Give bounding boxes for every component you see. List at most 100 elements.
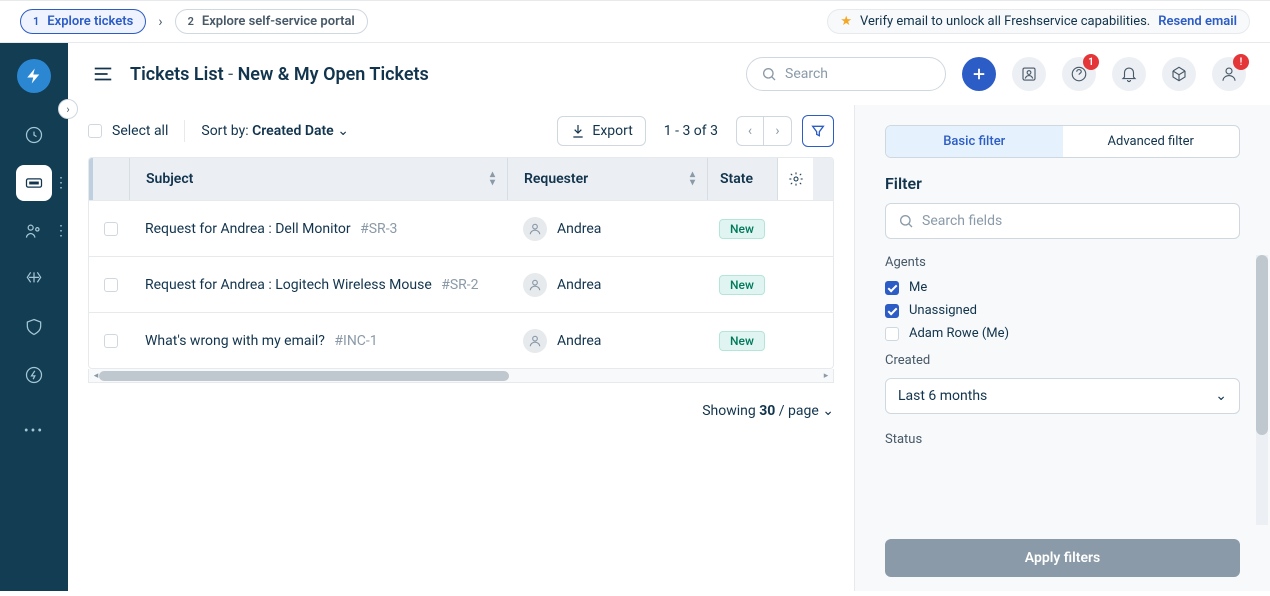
vertical-scrollbar-thumb[interactable] <box>1256 255 1268 435</box>
sidebar-item-automation[interactable] <box>16 357 52 393</box>
star-icon: ★ <box>840 14 852 29</box>
logo-icon[interactable] <box>17 59 51 93</box>
avatar-button[interactable]: ! <box>1212 57 1246 91</box>
requester-name: Andrea <box>557 277 601 293</box>
tickets-table: Subject ▴▾ Requester ▴▾ State <box>88 157 834 369</box>
chevron-down-icon: ⌄ <box>1215 388 1227 404</box>
filter-heading: Filter <box>855 174 1270 203</box>
export-button[interactable]: Export <box>557 116 645 146</box>
agent-checkbox[interactable] <box>885 327 899 341</box>
row-checkbox[interactable] <box>104 222 118 236</box>
agent-filter-row[interactable]: Me <box>885 280 1240 295</box>
sidebar: › ⋮ ⋮ ••• <box>0 43 68 591</box>
sort-icon[interactable]: ▴▾ <box>490 171 495 187</box>
created-select[interactable]: Last 6 months ⌄ <box>885 378 1240 414</box>
next-page-button[interactable]: › <box>764 116 792 146</box>
table-row[interactable]: Request for Andrea : Logitech Wireless M… <box>89 256 833 312</box>
ticket-subject[interactable]: What's wrong with my email? <box>145 333 325 349</box>
bell-icon[interactable] <box>1112 57 1146 91</box>
tab-advanced-filter[interactable]: Advanced filter <box>1063 126 1240 157</box>
avatar-badge: ! <box>1233 54 1249 70</box>
page-info: 1 - 3 of 3 <box>656 123 726 139</box>
status-label: Status <box>885 432 1240 447</box>
search-input[interactable]: Search <box>746 57 946 91</box>
requester-name: Andrea <box>557 333 601 349</box>
tour-step-1[interactable]: 1 Explore tickets <box>20 9 146 34</box>
agent-checkbox[interactable] <box>885 281 899 295</box>
ticket-id: #SR-2 <box>438 277 479 293</box>
select-all-checkbox[interactable] <box>88 124 102 138</box>
header: Tickets List - New & My Open Tickets Sea… <box>68 43 1270 105</box>
vertical-scrollbar-track[interactable] <box>1256 255 1268 525</box>
new-button[interactable] <box>962 57 996 91</box>
page-title: Tickets List - New & My Open Tickets <box>130 64 429 85</box>
hamburger-icon[interactable] <box>92 63 114 85</box>
filter-search-input[interactable]: Search fields <box>885 203 1240 239</box>
more-dots-icon[interactable]: ⋮ <box>54 175 68 191</box>
scroll-right-icon[interactable]: ▸ <box>819 369 833 383</box>
agent-filter-row[interactable]: Adam Rowe (Me) <box>885 326 1240 341</box>
sidebar-item-more[interactable]: ••• <box>16 413 52 449</box>
table-row[interactable]: What's wrong with my email? #INC-1 Andre… <box>89 312 833 368</box>
row-checkbox[interactable] <box>104 334 118 348</box>
filter-toggle-button[interactable] <box>802 115 834 147</box>
ticket-id: #SR-3 <box>357 221 398 237</box>
sidebar-item-users[interactable]: ⋮ <box>16 213 52 249</box>
table-header: Subject ▴▾ Requester ▴▾ State <box>89 158 833 200</box>
sidebar-item-problems[interactable] <box>16 261 52 297</box>
agent-filter-row[interactable]: Unassigned <box>885 303 1240 318</box>
ticket-id: #INC-1 <box>331 333 378 349</box>
help-icon[interactable]: 1 <box>1062 57 1096 91</box>
contact-icon[interactable] <box>1012 57 1046 91</box>
ticket-subject[interactable]: Request for Andrea : Dell Monitor <box>145 221 351 237</box>
sidebar-item-tickets[interactable]: ⋮ <box>16 165 52 201</box>
tab-basic-filter[interactable]: Basic filter <box>886 126 1063 157</box>
apps-icon[interactable] <box>1162 57 1196 91</box>
avatar-icon <box>523 273 547 297</box>
row-checkbox[interactable] <box>104 278 118 292</box>
resend-email-link[interactable]: Resend email <box>1158 14 1237 29</box>
table-row[interactable]: Request for Andrea : Dell Monitor #SR-3 … <box>89 200 833 256</box>
created-label: Created <box>885 353 1240 368</box>
help-badge: 1 <box>1083 54 1099 70</box>
tour-step-1-label: Explore tickets <box>47 14 133 29</box>
horizontal-scrollbar[interactable]: ◂ ▸ <box>88 369 834 383</box>
agent-checkbox[interactable] <box>885 304 899 318</box>
avatar-icon <box>523 329 547 353</box>
tour-step-1-num: 1 <box>33 15 39 28</box>
table-footer: Showing 30 / page ⌄ <box>88 383 834 439</box>
column-subject[interactable]: Subject ▴▾ <box>129 158 507 200</box>
column-requester[interactable]: Requester ▴▾ <box>507 158 707 200</box>
verify-banner: ★ Verify email to unlock all Freshservic… <box>827 9 1250 34</box>
avatar-icon <box>523 217 547 241</box>
sort-icon[interactable]: ▴▾ <box>690 171 695 187</box>
agent-label: Me <box>909 280 927 295</box>
column-state[interactable]: State <box>707 158 777 200</box>
tour-step-2[interactable]: 2 Explore self-service portal <box>175 9 368 34</box>
search-placeholder: Search <box>785 66 828 82</box>
prev-page-button[interactable]: ‹ <box>736 116 764 146</box>
select-all-label: Select all <box>112 123 168 139</box>
sidebar-item-security[interactable] <box>16 309 52 345</box>
ticket-subject[interactable]: Request for Andrea : Logitech Wireless M… <box>145 277 432 293</box>
verify-text: Verify email to unlock all Freshservice … <box>860 14 1150 29</box>
chevron-right-icon: › <box>154 14 166 30</box>
column-settings-button[interactable] <box>777 158 813 200</box>
state-badge: New <box>719 275 765 295</box>
sidebar-expand-button[interactable]: › <box>58 99 78 119</box>
agent-label: Unassigned <box>909 303 977 318</box>
sort-by-dropdown[interactable]: Sort by: Created Date ⌄ <box>201 123 349 139</box>
more-dots-icon[interactable]: ⋮ <box>54 223 68 239</box>
apply-filters-button[interactable]: Apply filters <box>885 539 1240 577</box>
tour-bar: 1 Explore tickets › 2 Explore self-servi… <box>0 0 1270 43</box>
requester-name: Andrea <box>557 221 601 237</box>
agent-label: Adam Rowe (Me) <box>909 326 1009 341</box>
sidebar-item-dashboard[interactable] <box>16 117 52 153</box>
tour-step-2-label: Explore self-service portal <box>202 14 355 29</box>
chevron-down-icon[interactable]: ⌄ <box>822 403 834 419</box>
state-badge: New <box>719 331 765 351</box>
filter-panel: Basic filter Advanced filter Filter Sear… <box>854 105 1270 591</box>
tour-step-2-num: 2 <box>188 15 194 28</box>
toolbar: Select all Sort by: Created Date ⌄ Expor… <box>88 115 834 157</box>
filter-tabs: Basic filter Advanced filter <box>885 125 1240 158</box>
